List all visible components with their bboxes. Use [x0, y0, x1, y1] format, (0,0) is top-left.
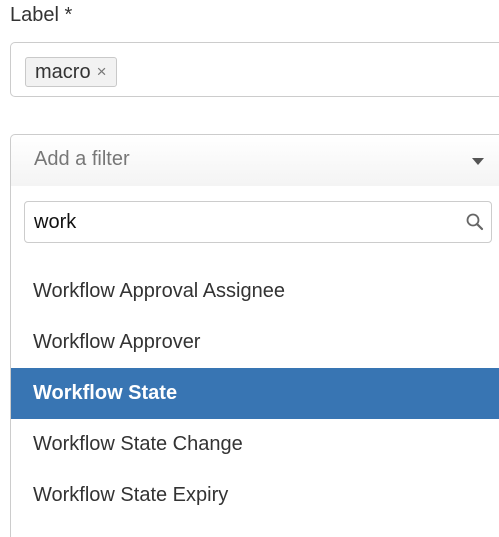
filter-option-workflow-state[interactable]: Workflow State [11, 368, 499, 419]
label-tag: macro × [25, 57, 117, 87]
label-field-label: Label * [10, 4, 73, 26]
filter-options-list: Workflow Approval Assignee Workflow Appr… [11, 266, 499, 521]
filter-search-box[interactable] [24, 201, 492, 243]
filter-search-input[interactable] [25, 202, 445, 242]
add-filter-select[interactable]: Add a filter [10, 134, 499, 186]
search-icon [466, 213, 484, 231]
filter-form: Label * macro × Add a filter Workflow Ap… [0, 0, 499, 537]
filter-option-workflow-approver[interactable]: Workflow Approver [11, 317, 499, 368]
label-tag-text: macro [35, 61, 91, 83]
filter-dropdown: Workflow Approval Assignee Workflow Appr… [10, 186, 499, 537]
filter-option-workflow-approval-assignee[interactable]: Workflow Approval Assignee [11, 266, 499, 317]
add-filter-placeholder: Add a filter [34, 148, 130, 170]
filter-option-workflow-state-expiry[interactable]: Workflow State Expiry [11, 470, 499, 521]
close-icon[interactable]: × [97, 62, 107, 82]
chevron-down-icon[interactable] [472, 158, 484, 165]
label-input[interactable]: macro × [10, 42, 499, 97]
filter-option-workflow-state-change[interactable]: Workflow State Change [11, 419, 499, 470]
